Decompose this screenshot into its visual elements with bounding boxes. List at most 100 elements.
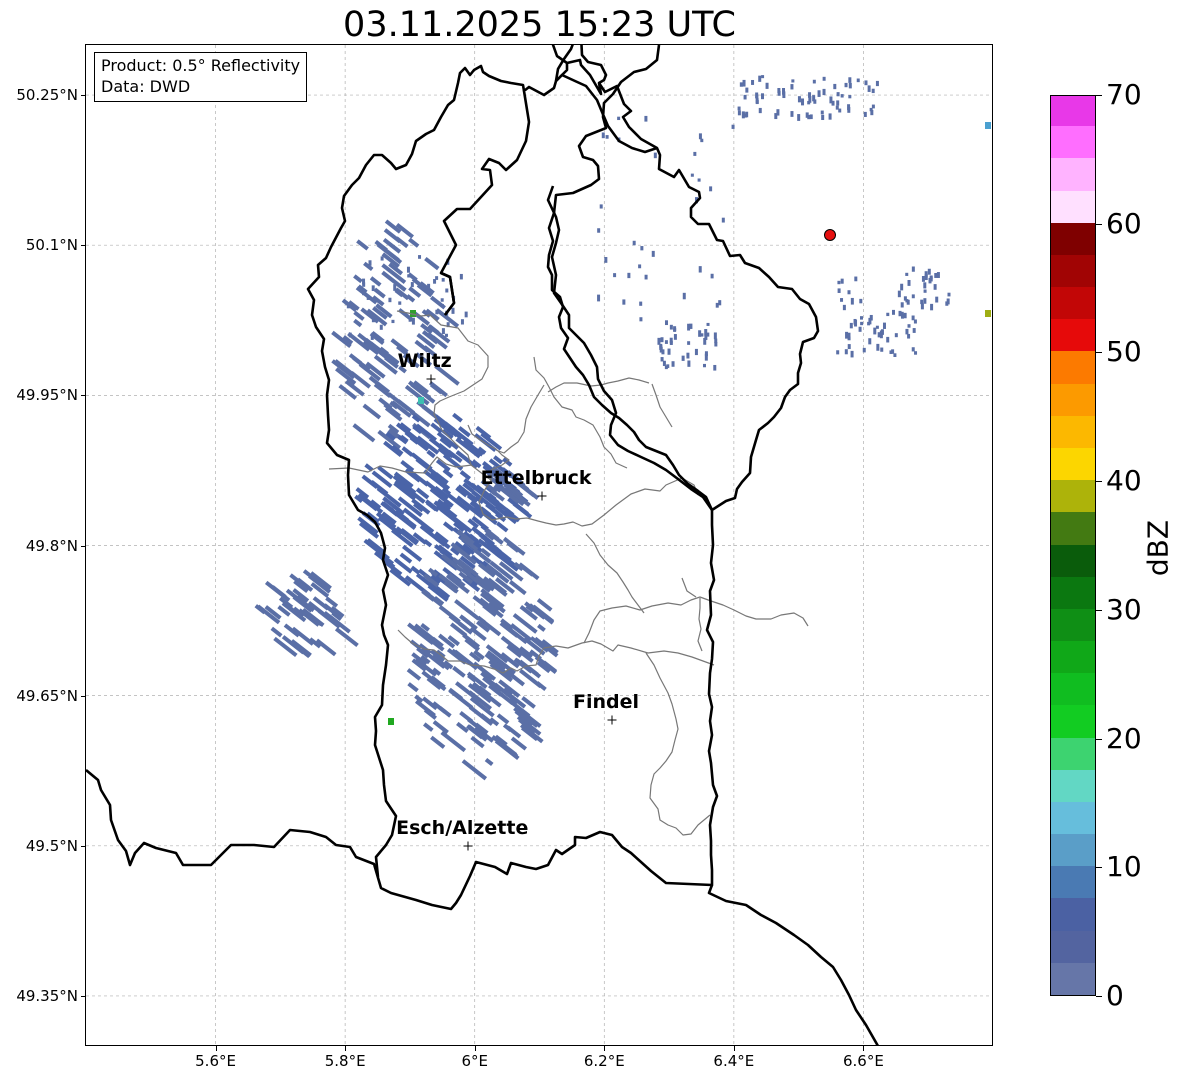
echo-pixel [836, 350, 840, 355]
echo-pixel [459, 273, 463, 280]
echo-pixel [694, 348, 698, 356]
echo-pixel [897, 290, 901, 298]
echo-pixel [837, 288, 841, 293]
echo-pixel [871, 88, 875, 94]
echo-pixel [876, 343, 880, 351]
echo-pixel [659, 346, 663, 353]
map-area[interactable] [86, 45, 993, 1046]
colorbar-segment [1051, 190, 1095, 223]
map-canvas[interactable] [86, 45, 993, 1046]
echo-pixel [875, 80, 879, 87]
echo-pixel [346, 302, 350, 309]
lon-tick-label: 6.4°E [713, 1052, 755, 1070]
echo-pixel [840, 278, 844, 284]
colorbar-segment [1051, 286, 1095, 320]
echo-pixel [809, 114, 813, 120]
echo-pixel [903, 312, 907, 319]
echo-pixel [440, 730, 467, 753]
echo-pixel [935, 296, 939, 303]
echo-pixel [936, 272, 940, 278]
echo-pixel [755, 94, 759, 99]
colorbar-segment [1051, 833, 1095, 867]
echo-pixel [418, 255, 422, 259]
echo-pixel [801, 98, 805, 106]
echo-pixel [622, 299, 626, 305]
echo-pixel [430, 735, 446, 749]
colorbar-segment [1051, 608, 1095, 642]
echo-pixel [858, 326, 862, 332]
echo-pixel [604, 257, 608, 263]
colorbar-segment [1051, 447, 1095, 481]
echo-pixel [537, 623, 546, 632]
colorbar-segment [1051, 350, 1095, 384]
echo-pixel [702, 363, 706, 368]
lat-tick-label: 49.95°N [16, 386, 78, 405]
echo-pixel [411, 317, 415, 325]
echo-pixel [891, 309, 895, 315]
echo-pixel [441, 278, 445, 282]
echo-pixel [353, 274, 363, 284]
echo-pixel [744, 113, 748, 118]
lat-tick [81, 845, 86, 847]
echo-pixel [597, 294, 601, 302]
echo-pixel [644, 115, 648, 122]
echo-pixel [698, 266, 702, 273]
echo-pixel [821, 114, 825, 121]
country-border-line [580, 45, 608, 85]
echo-pixel [432, 720, 449, 735]
echo-pixel [464, 311, 468, 318]
colorbar-tick-label: 40 [1106, 464, 1142, 498]
city-label: Wiltz [397, 350, 452, 373]
echo-pixel [671, 361, 675, 367]
echo-pixel [877, 332, 881, 338]
echo-pixel [847, 344, 851, 350]
echo-pixel [445, 288, 449, 293]
echo-pixel [731, 124, 735, 129]
echo-pixel [776, 109, 780, 116]
echo-pixel [638, 264, 642, 269]
colorbar-label: dBZ [1141, 519, 1175, 577]
echo-pixel [452, 412, 463, 423]
echo-pixel [820, 110, 824, 115]
echo-pixel [900, 283, 904, 291]
echo-pixel [871, 104, 875, 109]
country-border-line [551, 45, 568, 65]
colorbar-segment [1051, 511, 1095, 545]
lat-tick [81, 395, 86, 397]
info-box: Product: 0.5° Reflectivity Data: DWD [94, 52, 308, 102]
canton-line [583, 596, 809, 644]
echo-pixel [617, 116, 621, 121]
echo-pixel [840, 94, 844, 98]
echo-pixel [380, 256, 384, 261]
echo-pixel [848, 95, 852, 99]
echo-pixel [921, 276, 925, 282]
city-label: Esch/Alzette [396, 816, 529, 839]
echo-pixel [673, 334, 677, 340]
colorbar-tick [1096, 867, 1102, 869]
colorbar-segment [1051, 96, 1095, 127]
lat-tick-label: 49.65°N [16, 686, 78, 705]
lat-tick-label: 49.8°N [25, 536, 78, 555]
echo-pixel [920, 299, 924, 305]
lon-tick [863, 1046, 865, 1051]
echo-pixel [742, 79, 746, 87]
colorbar-segment [1051, 672, 1095, 706]
echo-pixel [401, 446, 414, 457]
colorbar-tick [1096, 738, 1102, 740]
colorbar-segment [1051, 769, 1095, 802]
canton-line [645, 652, 711, 836]
lat-tick-label: 49.35°N [16, 986, 78, 1005]
echo-pixel [398, 301, 402, 305]
echo-pixel [797, 96, 801, 103]
echo-pixel [363, 261, 374, 272]
country-border-line [707, 884, 880, 1046]
echo-pixel [923, 282, 927, 289]
echo-pixel [690, 173, 694, 177]
colorbar-tick-label: 20 [1106, 721, 1142, 755]
echo-pixel [662, 360, 666, 366]
echo-pixel [893, 353, 897, 357]
echo-pixel [406, 266, 410, 273]
echo-pixel [745, 87, 749, 93]
echo-pixel [805, 112, 809, 118]
echo-pixel [369, 276, 382, 287]
